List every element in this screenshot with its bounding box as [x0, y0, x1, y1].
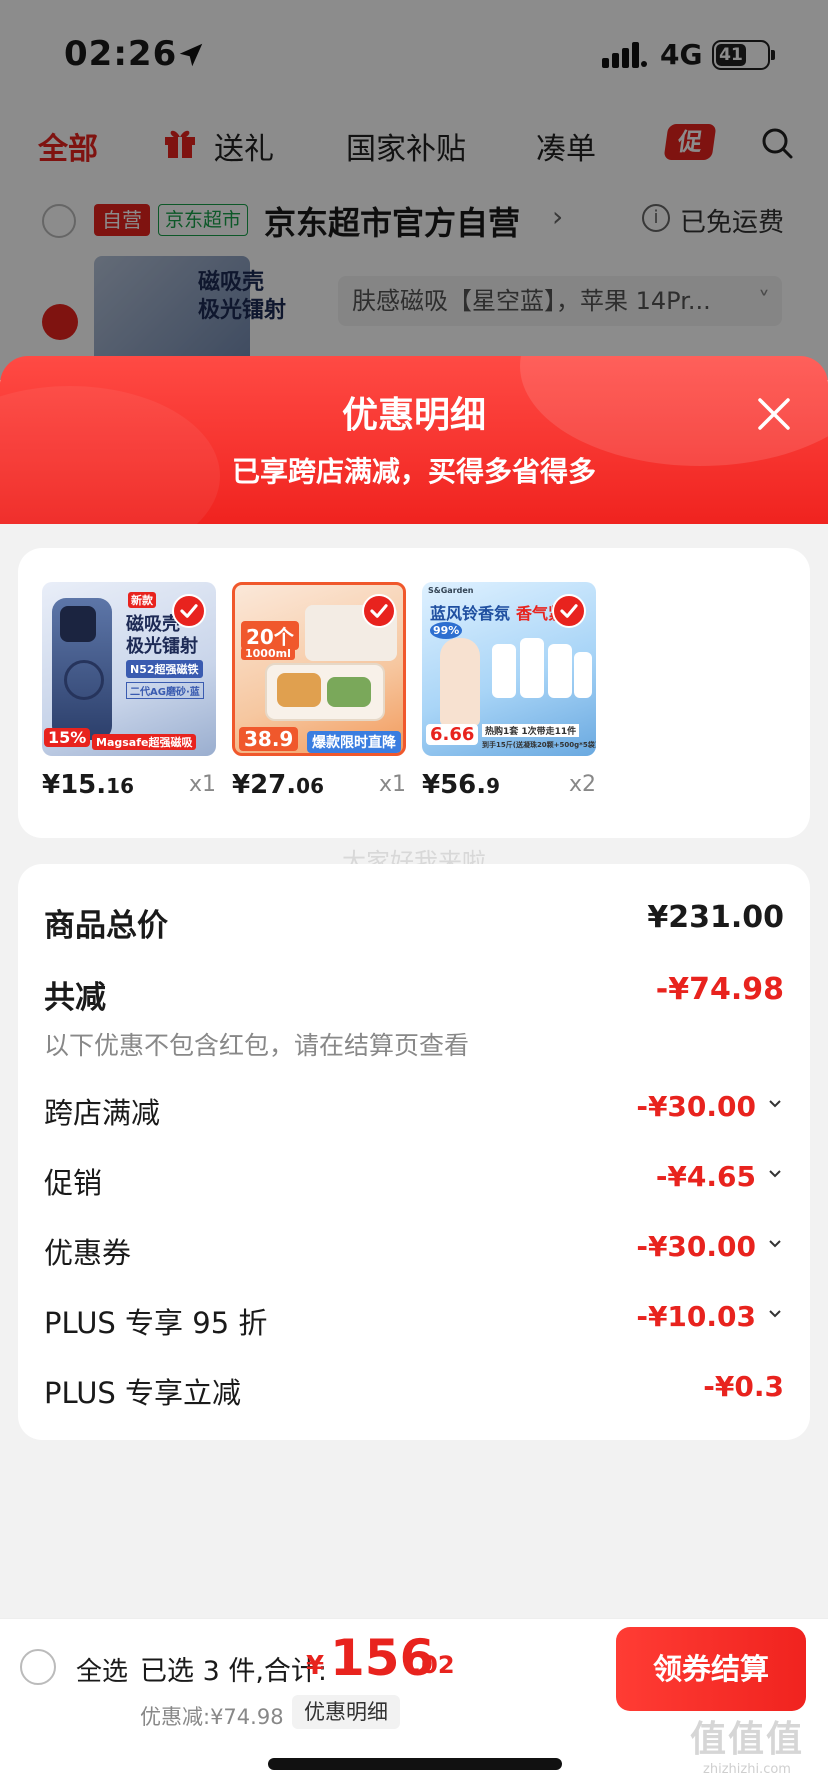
discount-label: 优惠券: [44, 1236, 132, 1270]
sheet-subtitle: 已享跨店满减，买得多省得多: [231, 455, 596, 488]
site-watermark: 值值值 zhizhizhi.com: [672, 1710, 822, 1780]
discount-row[interactable]: 跨店满减 -¥30.00: [44, 1090, 784, 1130]
product-item[interactable]: 20个 1000ml 38.9 爆款限时直降 ¥27.06 x1: [232, 582, 406, 802]
sheet-header: 优惠明细 已享跨店满减，买得多省得多: [0, 356, 828, 524]
home-indicator[interactable]: [268, 1758, 562, 1770]
discount-row[interactable]: 优惠券 -¥30.00: [44, 1230, 784, 1270]
product-image-text: Magsafe超强磁吸: [92, 734, 197, 750]
chevron-down-icon[interactable]: [766, 1304, 784, 1322]
product-image-text: 热购1套 1次带走11件: [482, 724, 580, 737]
products-card: 新款 磁吸壳 极光镭射 N52超强磁铁 二代AG磨砂·蓝 15% Magsafe…: [18, 548, 810, 838]
product-image-text: 6.66: [426, 724, 479, 745]
site-watermark-logo: 值值值: [689, 1719, 804, 1760]
product-image-text: N52超强磁铁: [126, 660, 203, 678]
product-price: ¥15.16: [42, 770, 134, 800]
product-price: ¥27.06: [232, 770, 324, 800]
product-image-text: 20个: [241, 621, 299, 650]
reduce-note: 以下优惠不包含红包，请在结算页查看: [44, 1031, 470, 1060]
total-label: 商品总价: [44, 908, 168, 944]
summary-total-row: 商品总价 ¥231.00: [44, 900, 784, 944]
product-item[interactable]: 新款 磁吸壳 极光镭射 N52超强磁铁 二代AG磨砂·蓝 15% Magsafe…: [42, 582, 216, 802]
product-image-text: S&Garden: [428, 586, 474, 595]
product-quantity: x2: [568, 772, 596, 797]
discount-value: -¥4.65: [655, 1160, 756, 1193]
product-image-text: 爆款限时直降: [307, 731, 401, 753]
product-image-text: 极光镭射: [126, 636, 198, 657]
reduce-label: 共减: [44, 980, 106, 1016]
discount-label: PLUS 专享立减: [44, 1376, 242, 1410]
chevron-down-icon[interactable]: [766, 1094, 784, 1112]
site-watermark-url: zhizhizhi.com: [703, 1762, 791, 1777]
product-image-text: 二代AG磨砂·蓝: [126, 682, 204, 699]
product-image-text: 38.9: [239, 727, 299, 751]
chevron-down-icon[interactable]: [766, 1164, 784, 1182]
discount-detail-button[interactable]: 优惠明细: [292, 1695, 400, 1729]
checkmark-icon[interactable]: [552, 594, 586, 628]
discount-row[interactable]: 促销 -¥4.65: [44, 1160, 784, 1200]
sheet-title: 优惠明细: [341, 395, 486, 436]
product-image-text: 到手15斤(送凝珠20颗+500g*5袋): [482, 741, 596, 749]
discount-row: PLUS 专享立减 -¥0.3: [44, 1370, 784, 1410]
product-quantity: x1: [188, 772, 216, 797]
checkout-button[interactable]: 领券结算: [616, 1627, 806, 1711]
select-all-label[interactable]: 全选: [76, 1651, 128, 1688]
product-item[interactable]: S&Garden 蓝风铃香氛 香气紧绕 99% 6.66 热购1套 1次带走11…: [422, 582, 596, 802]
discount-row[interactable]: PLUS 专享 95 折 -¥10.03: [44, 1300, 784, 1340]
discount-value: -¥10.03: [636, 1300, 756, 1333]
select-all-radio[interactable]: [20, 1649, 56, 1685]
reduce-value: -¥74.98: [655, 972, 784, 1007]
chevron-down-icon[interactable]: [766, 1234, 784, 1252]
discount-label: PLUS 专享 95 折: [44, 1306, 268, 1340]
modal-overlay[interactable]: [0, 0, 828, 380]
discount-note: 优惠减:¥74.98: [140, 1705, 284, 1729]
product-image-text: 1000ml: [241, 647, 295, 660]
summary-reduce-row: 共减 -¥74.98: [44, 972, 784, 1016]
checkmark-icon[interactable]: [172, 594, 206, 628]
checkmark-icon[interactable]: [362, 594, 396, 628]
summary-card: 商品总价 ¥231.00 共减 -¥74.98 以下优惠不包含红包，请在结算页查…: [18, 864, 810, 1440]
total-amount-decimal: .02: [412, 1651, 455, 1679]
product-price: ¥56.9: [422, 770, 501, 800]
discount-value: -¥0.3: [703, 1370, 784, 1403]
total-value: ¥231.00: [647, 900, 784, 935]
close-icon[interactable]: [752, 392, 796, 436]
discount-label: 促销: [44, 1166, 103, 1200]
product-badge: 新款: [128, 592, 156, 608]
discount-value: -¥30.00: [636, 1090, 756, 1123]
selected-count: 已选 3 件,合计:: [140, 1656, 328, 1687]
product-quantity: x1: [378, 772, 406, 797]
product-image-text: 蓝风铃香氛: [430, 604, 511, 623]
cart-background: 02:26 4G 41 全部 送礼 国家补贴 凑单 促 自营 京东超市 京东超市…: [0, 0, 828, 380]
discount-value: -¥30.00: [636, 1230, 756, 1263]
total-currency: ¥: [306, 1651, 325, 1681]
discount-label: 跨店满减: [44, 1096, 161, 1130]
product-image-text: 15%: [44, 728, 91, 747]
product-image-text: 99%: [430, 622, 463, 639]
